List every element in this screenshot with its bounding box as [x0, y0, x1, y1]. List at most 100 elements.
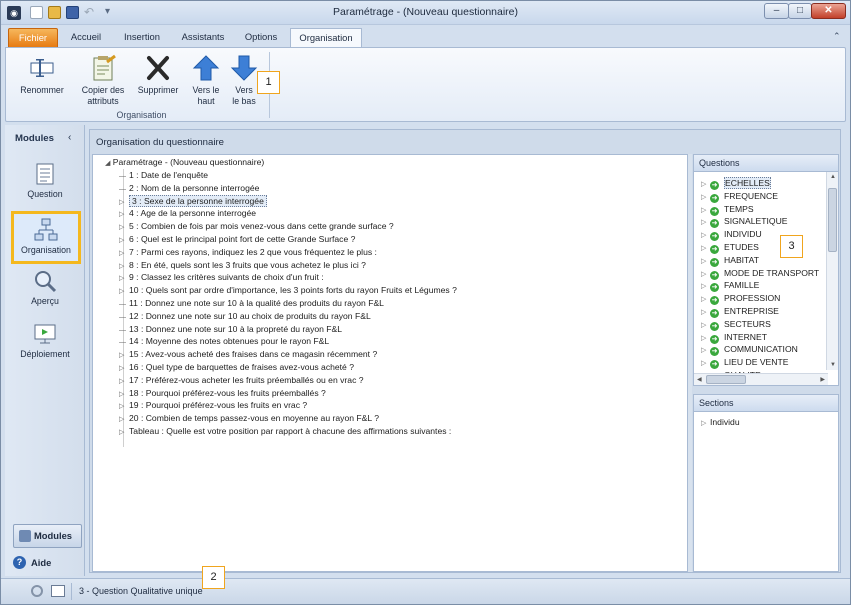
status-text: 3 - Question Qualitative unique: [79, 586, 203, 596]
organisation-title: Organisation du questionnaire: [96, 137, 225, 148]
tree-row[interactable]: ▷ 8 : En été, quels sont les 3 fruits que…: [119, 259, 366, 271]
question-category-item[interactable]: ▷ ➜ SIGNALETIQUE: [701, 215, 788, 229]
help-button[interactable]: ? Aide: [13, 556, 51, 569]
delete-button[interactable]: Supprimer: [132, 54, 184, 96]
green-arrow-icon: ➜: [710, 321, 719, 331]
minimize-button[interactable]: –: [764, 3, 789, 19]
scroll-right-icon[interactable]: ▶: [820, 376, 825, 383]
module-organisation[interactable]: Organisation: [11, 211, 81, 264]
section-label: Individu: [710, 417, 740, 427]
question-category-item[interactable]: ▷ ➜ ECHELLES: [701, 177, 771, 190]
tree-row[interactable]: ▷ 7 : Parmi ces rayons, indiquez les 2 qu…: [119, 246, 377, 258]
modules-button[interactable]: Modules: [13, 524, 82, 548]
tree-row[interactable]: ▷ 6 : Quel est le principal point fort de…: [119, 233, 355, 245]
question-category-item[interactable]: ▷ ➜ INTERNET: [701, 331, 767, 344]
close-button[interactable]: ✕: [811, 3, 846, 19]
tree-row-label: 1 : Date de l'enquête: [129, 170, 209, 180]
collapse-panel-icon[interactable]: ‹: [68, 132, 71, 143]
question-category-item[interactable]: ▷ ➜ FAMILLE: [701, 279, 759, 293]
question-category-label: HABITAT: [724, 254, 760, 265]
tree-row[interactable]: ▷ 20 : Combien de temps passez-vous en mo…: [119, 412, 379, 424]
questions-horizontal-scroll-thumb[interactable]: [706, 375, 746, 384]
tree-expand-icon[interactable]: ▷: [119, 427, 129, 439]
modules-icon: [19, 530, 31, 542]
tab-fichier[interactable]: Fichier: [8, 28, 58, 48]
questions-vertical-scrollbar[interactable]: ▲ ▼: [826, 172, 838, 370]
tab-assistants[interactable]: Assistants: [174, 28, 232, 48]
module-question[interactable]: Question: [11, 158, 79, 210]
module-apercu[interactable]: Aperçu: [11, 265, 79, 317]
tree-row[interactable]: —13 : Donnez une note sur 10 à la propre…: [119, 323, 342, 335]
question-category-item[interactable]: ▷ ➜ SECTEURS: [701, 318, 771, 331]
question-category-item[interactable]: ▷ ➜ PROFESSION: [701, 292, 780, 306]
tree-row[interactable]: ▷ 3 : Sexe de la personne interrogée: [119, 194, 267, 207]
tree-row[interactable]: —11 : Donnez une note sur 10 à la qualit…: [119, 297, 384, 309]
question-category-item[interactable]: ▷ ➜ COMMUNICATION: [701, 343, 798, 357]
question-category-item[interactable]: ▷ ➜ HABITAT: [701, 254, 760, 267]
tree-row-label: 2 : Nom de la personne interrogée: [129, 182, 260, 193]
question-category-item[interactable]: ▷ ➜ TEMPS: [701, 203, 754, 216]
tab-insertion[interactable]: Insertion: [115, 28, 169, 48]
question-category-item[interactable]: ▷ ➜ ENTREPRISE: [701, 305, 779, 318]
organisation-area: Organisation du questionnaire ◢ Paramétr…: [89, 129, 841, 573]
tree-row[interactable]: —2 : Nom de la personne interrogée: [119, 182, 259, 194]
tree-row[interactable]: ▷ 5 : Combien de fois par mois venez-vous…: [119, 220, 394, 232]
tree-row[interactable]: ▷ 4 : Age de la personne interrogée: [119, 207, 256, 219]
tree-row[interactable]: ▷ 18 : Pourquoi préférez-vous les fruits …: [119, 387, 326, 399]
section-item[interactable]: ▷ Individu: [701, 416, 740, 428]
tree-row[interactable]: ▷ Tableau : Quelle est votre position par…: [119, 425, 451, 437]
magnifier-icon: [35, 271, 57, 293]
move-up-button[interactable]: Vers le haut: [188, 54, 224, 107]
rename-button[interactable]: Renommer: [14, 54, 70, 96]
zoom-icon[interactable]: [31, 585, 43, 597]
scroll-up-icon[interactable]: ▲: [830, 174, 836, 180]
tree-row[interactable]: ▷ 9 : Classez les critères suivants de ch…: [119, 271, 324, 283]
ribbon-tabs: Fichier Accueil Insertion Assistants Opt…: [1, 26, 850, 48]
question-category-item[interactable]: ▷ ➜ FREQUENCE: [701, 190, 778, 203]
tab-options[interactable]: Options: [237, 28, 285, 48]
question-category-item[interactable]: ▷ ➜ LIEU DE VENTE: [701, 356, 788, 370]
question-category-label: INDIVIDU: [724, 229, 762, 240]
maximize-button[interactable]: □: [788, 3, 812, 19]
delete-label: Supprimer: [137, 85, 179, 95]
expand-icon[interactable]: ▷: [701, 418, 710, 430]
questionnaire-tree[interactable]: ◢ Paramétrage - (Nouveau questionnaire) …: [92, 154, 688, 572]
green-arrow-icon: ➜: [710, 232, 719, 242]
tab-accueil[interactable]: Accueil: [63, 28, 109, 48]
tree-row[interactable]: —12 : Donnez une note sur 10 au choix de…: [119, 310, 371, 322]
tree-row-label: 18 : Pourquoi préférez-vous les fruits p…: [129, 387, 326, 398]
module-deploiement-label: Déploiement: [20, 349, 70, 359]
ribbon-minimize-icon[interactable]: ⌃: [833, 31, 841, 42]
green-arrow-icon: ➜: [710, 296, 719, 306]
move-down-label-1: Vers: [235, 85, 253, 95]
questions-vertical-scroll-thumb[interactable]: [828, 188, 837, 252]
tree-row-label: 16 : Quel type de barquettes de fraises …: [129, 362, 355, 372]
tree-row[interactable]: —14 : Moyenne des notes obtenues pour le…: [119, 335, 329, 347]
module-question-label: Question: [27, 189, 63, 199]
tree-row[interactable]: ▷ 16 : Quel type de barquettes de fraises…: [119, 361, 354, 373]
module-deploiement[interactable]: Déploiement: [11, 318, 79, 370]
question-category-item[interactable]: ▷ ➜ INDIVIDU: [701, 228, 762, 242]
navigate-icon[interactable]: [51, 585, 65, 597]
tree-row[interactable]: ▷ 19 : Pourquoi préférez-vous les fruits …: [119, 399, 307, 411]
question-category-item[interactable]: ▷ ➜ ETUDES: [701, 241, 759, 254]
tree-root[interactable]: ◢ Paramétrage - (Nouveau questionnaire): [105, 157, 264, 167]
tab-organisation[interactable]: Organisation: [290, 28, 362, 48]
green-arrow-icon: ➜: [710, 283, 719, 293]
question-category-label: ETUDES: [724, 242, 759, 252]
tree-row-label: 13 : Donnez une note sur 10 à la propret…: [129, 323, 343, 334]
tree-row-label: Tableau : Quelle est votre position par …: [129, 426, 452, 436]
move-down-button[interactable]: Vers le bas: [228, 54, 260, 107]
tree-row[interactable]: ▷ 15 : Avez-vous acheté des fraises dans …: [119, 348, 377, 360]
question-category-item[interactable]: ▷ ➜ MODE DE TRANSPORT: [701, 267, 819, 280]
scroll-left-icon[interactable]: ◀: [697, 376, 702, 383]
move-up-label-1: Vers le: [192, 85, 220, 95]
tree-collapse-icon[interactable]: ◢: [105, 160, 110, 167]
tree-row[interactable]: ▷ 17 : Préférez-vous acheter les fruits p…: [119, 374, 364, 386]
tree-row[interactable]: —1 : Date de l'enquête: [119, 169, 208, 181]
questions-horizontal-scrollbar[interactable]: ◀ ▶: [694, 373, 828, 385]
panel-splitter[interactable]: [688, 154, 692, 572]
copy-attributes-button[interactable]: Copier des attributs: [76, 54, 130, 107]
tree-row[interactable]: ▷ 10 : Quels sont par ordre d'importance,…: [119, 284, 457, 296]
scroll-down-icon[interactable]: ▼: [830, 362, 836, 368]
